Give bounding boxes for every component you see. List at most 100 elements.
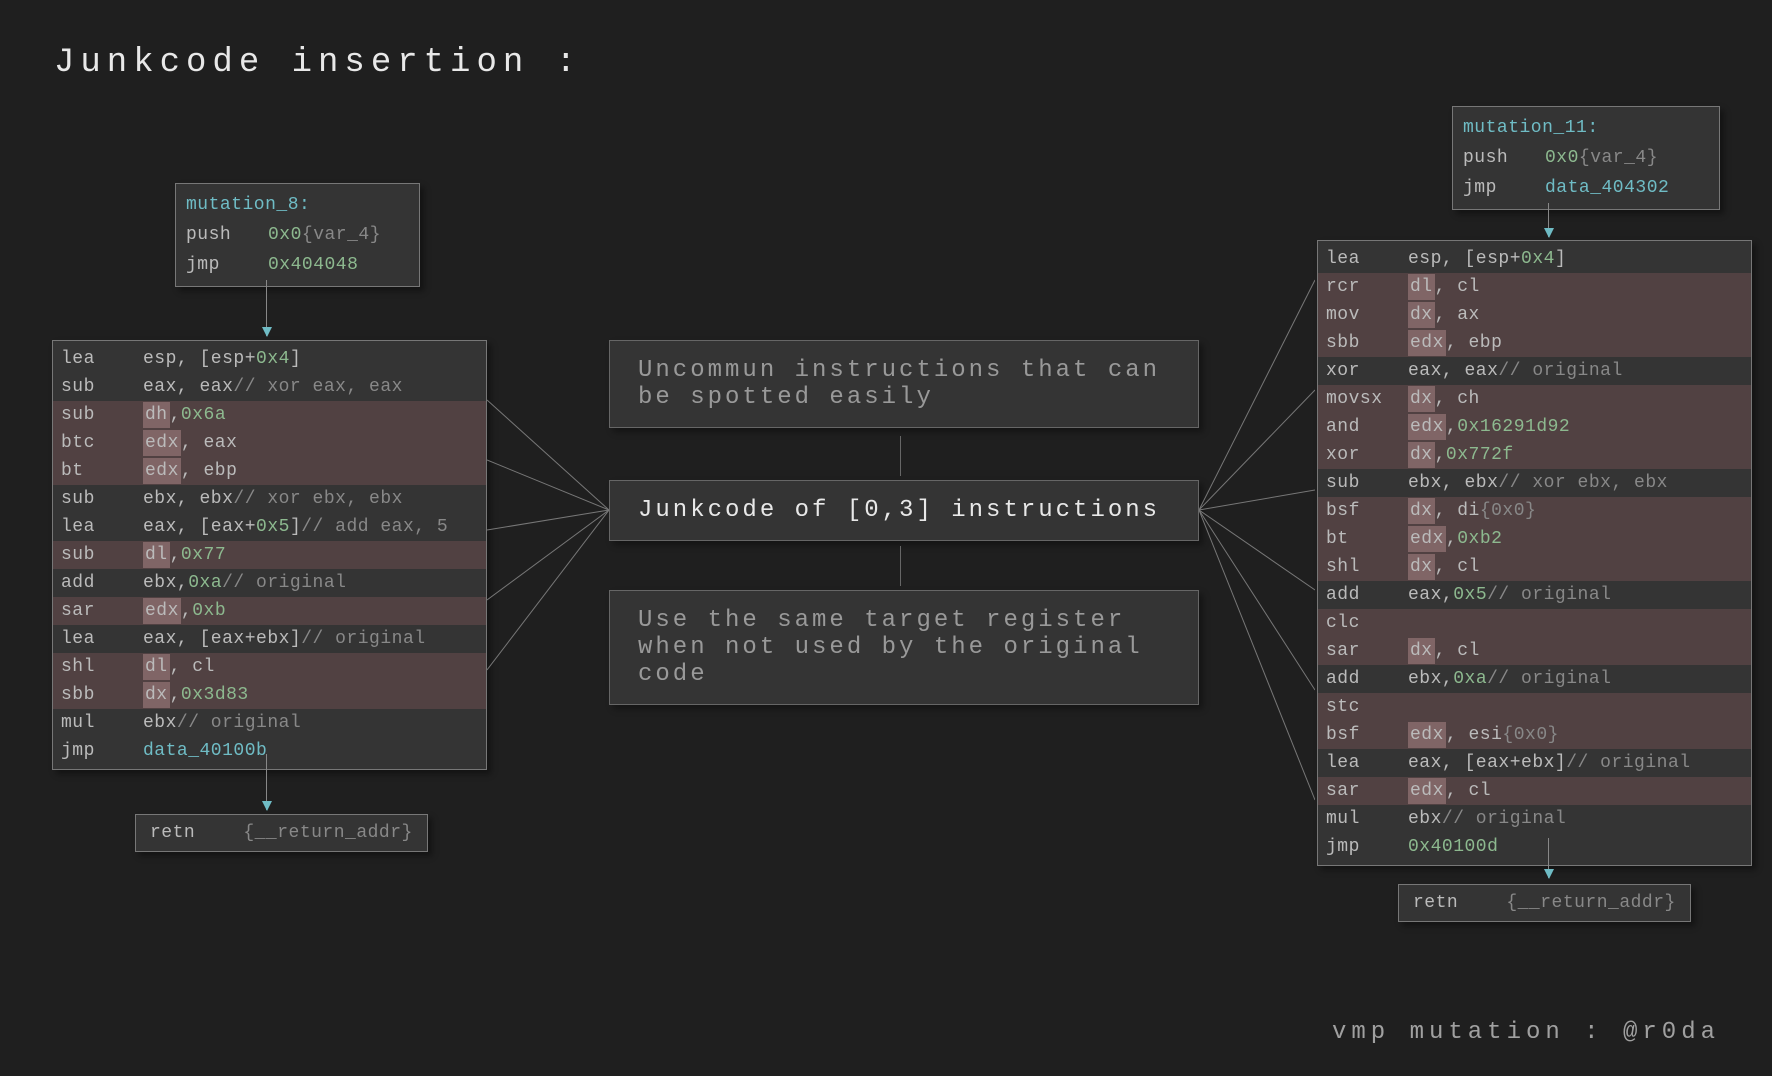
operand: edx [1408,526,1446,552]
mnemonic: xor [1326,358,1408,384]
mnemonic: sub [61,402,143,428]
operand: 0x0 [1545,145,1579,171]
operand: dx [1408,442,1435,468]
operand: {var_4} [302,222,381,248]
operand: , ebp [1446,330,1503,356]
asm-row: xoreax, eax // original [1318,357,1751,385]
operand: // original [301,626,425,652]
operand: , ebx [177,486,234,512]
operand: ebx [143,710,177,736]
operand: dx [1408,302,1435,328]
operand: ] [1555,246,1566,272]
left-header-block: mutation_8:push0x0 {var_4}jmp0x404048 [175,183,420,287]
footer-credit: vmp mutation : @r0da [1332,1019,1720,1046]
mnemonic: and [1326,414,1408,440]
retn-arg: {__return_addr} [243,823,413,843]
operand: ebx [1408,806,1442,832]
operand: data_40100b [143,738,267,764]
operand: esp [143,346,177,372]
retn-arg: {__return_addr} [1506,893,1676,913]
asm-row: push0x0 {var_4} [1453,143,1719,173]
mnemonic: sar [1326,638,1408,664]
operand: , eax [177,374,234,400]
operand: dx [1408,638,1435,664]
arrow-connector [1548,203,1549,237]
mnemonic: shl [61,654,143,680]
operand: ebx [143,570,177,596]
arrow-connector [266,754,267,810]
operand: edx [143,430,181,456]
operand: edx [1408,778,1446,804]
operand: edx [1408,330,1446,356]
operand: 0x0 [268,222,302,248]
operand: dx [1408,498,1435,524]
operand: 0x772f [1446,442,1514,468]
operand: , [1442,582,1453,608]
asm-row: btedx, 0xb2 [1318,525,1751,553]
asm-row: subebx, ebx // xor ebx, ebx [1318,469,1751,497]
operand: dx [143,682,170,708]
operand: dx [1408,554,1435,580]
operand: // xor ebx, ebx [1498,470,1668,496]
operand: {0x0} [1502,722,1559,748]
mnemonic: rcr [1326,274,1408,300]
mnemonic: sar [61,598,143,624]
asm-row: subebx, ebx // xor ebx, ebx [53,485,486,513]
mnemonic: push [1463,145,1545,171]
mnemonic: lea [1326,246,1408,272]
arrow-connector [1548,838,1549,878]
operand: , [esp+ [1442,246,1521,272]
operand: // original [1498,358,1622,384]
operand: ] [290,346,301,372]
mnemonic: jmp [186,252,268,278]
operand: , ebp [181,458,238,484]
mnemonic: lea [1326,750,1408,776]
asm-row: leaeax, [eax+ebx] // original [1318,749,1751,777]
operand: , [1435,442,1446,468]
block-label: mutation_11: [1453,113,1719,143]
asm-row: stc [1318,693,1751,721]
mnemonic: sub [61,486,143,512]
operand: 0x6a [181,402,226,428]
asm-row: addeax, 0x5 // original [1318,581,1751,609]
operand: 0x40100d [1408,834,1498,860]
right-header-block: mutation_11:push0x0 {var_4}jmpdata_40430… [1452,106,1720,210]
asm-row: btedx, ebp [53,457,486,485]
operand: , [eax+ [177,514,256,540]
asm-row: andedx, 0x16291d92 [1318,413,1751,441]
asm-row: leaesp, [esp+0x4] [53,345,486,373]
mnemonic: clc [1326,610,1408,636]
operand: , [esp+ [177,346,256,372]
operand: , cl [1435,274,1480,300]
asm-row: addebx, 0xa // original [1318,665,1751,693]
operand: eax [1408,582,1442,608]
operand: , esi [1446,722,1503,748]
fan-lines-left [487,340,609,750]
asm-row: push0x0 {var_4} [176,220,419,250]
asm-row: sbbdx, 0x3d83 [53,681,486,709]
operand: , eax [181,430,238,456]
operand: // add eax, 5 [301,514,448,540]
operand: 0x5 [256,514,290,540]
mnemonic: mul [1326,806,1408,832]
operand: {var_4} [1579,145,1658,171]
mnemonic: sub [61,374,143,400]
asm-row: subeax, eax // xor eax, eax [53,373,486,401]
operand: , [170,542,181,568]
retn-mnem: retn [1413,893,1495,913]
mnemonic: add [1326,582,1408,608]
asm-row: jmp0x40100d [1318,833,1751,861]
note-connector [900,546,901,586]
operand: dl [1408,274,1435,300]
asm-row: shldx, cl [1318,553,1751,581]
asm-row: subdh, 0x6a [53,401,486,429]
asm-row: leaeax, [eax+ebx] // original [53,625,486,653]
operand: ] [290,514,301,540]
operand: {0x0} [1480,498,1537,524]
operand: dl [143,542,170,568]
mnemonic: bsf [1326,498,1408,524]
operand: // original [177,710,301,736]
operand: , di [1435,498,1480,524]
mnemonic: bt [1326,526,1408,552]
asm-row: movdx, ax [1318,301,1751,329]
